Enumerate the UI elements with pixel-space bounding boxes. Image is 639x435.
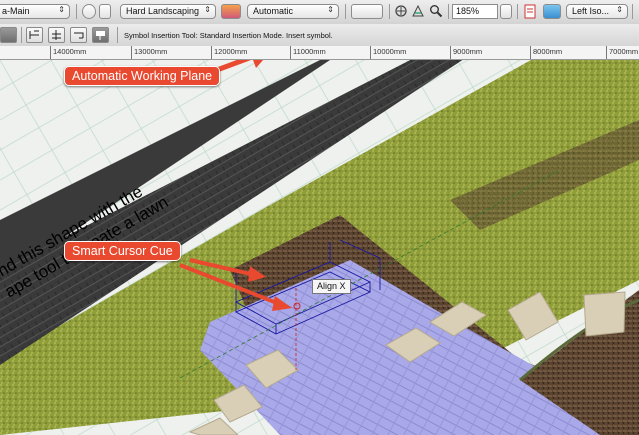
view-bar: a-Main ⇕ Hard Landscaping ⇕ Automatic ⇕ … bbox=[0, 0, 639, 25]
separator bbox=[117, 27, 118, 43]
drawing-canvas[interactable]: nd this shape with the ape tool to creat… bbox=[0, 60, 639, 435]
view-dropdown[interactable]: Left Iso... ⇕ bbox=[566, 4, 628, 19]
ruler-tick bbox=[606, 46, 607, 59]
separator bbox=[21, 27, 22, 43]
flyover-icon[interactable] bbox=[394, 4, 408, 19]
sheet-icon[interactable] bbox=[351, 4, 383, 19]
view-dropdown-value: Left Iso... bbox=[572, 6, 610, 16]
ruler-label: 10000mm bbox=[373, 47, 407, 56]
separator bbox=[389, 4, 390, 19]
ruler-tick bbox=[50, 46, 51, 59]
mode-status-text: Symbol Insertion Tool: Standard Insertio… bbox=[124, 31, 333, 40]
ruler-tick bbox=[131, 46, 132, 59]
callout-automatic-working-plane: Automatic Working Plane bbox=[64, 66, 221, 86]
align-x-cue-label: Align X bbox=[312, 279, 351, 294]
separator bbox=[448, 4, 449, 19]
ruler-label: 9000mm bbox=[453, 47, 483, 56]
separator bbox=[345, 4, 346, 19]
separator bbox=[632, 4, 633, 19]
zoom-menu-chevron-icon[interactable] bbox=[500, 4, 512, 19]
ruler-tick bbox=[450, 46, 451, 59]
ruler-tick bbox=[370, 46, 371, 59]
insertion-mode-standard-icon[interactable] bbox=[26, 27, 43, 43]
ruler-tick bbox=[211, 46, 212, 59]
insertion-mode-offset-icon[interactable] bbox=[70, 27, 87, 43]
layers-icon[interactable] bbox=[82, 4, 96, 19]
zoom-field[interactable]: 185% bbox=[452, 4, 498, 19]
layer-options-icon[interactable] bbox=[99, 4, 111, 19]
insertion-mode-wall-icon[interactable] bbox=[92, 27, 109, 43]
walkthrough-icon[interactable] bbox=[411, 4, 425, 19]
class-dropdown-value: a-Main bbox=[2, 6, 30, 16]
chevron-updown-icon: ⇕ bbox=[327, 5, 334, 14]
chevron-updown-icon: ⇕ bbox=[616, 5, 623, 14]
working-plane-icon[interactable] bbox=[221, 4, 241, 19]
separator bbox=[517, 4, 518, 19]
ruler-label: 13000mm bbox=[134, 47, 168, 56]
chevron-updown-icon: ⇕ bbox=[58, 5, 65, 14]
ruler-label: 12000mm bbox=[214, 47, 248, 56]
plane-dropdown[interactable]: Automatic ⇕ bbox=[247, 4, 339, 19]
zoom-icon[interactable] bbox=[429, 4, 443, 19]
page-icon[interactable] bbox=[522, 4, 538, 19]
plane-dropdown-value: Automatic bbox=[253, 6, 294, 16]
ruler-label: 7000mm bbox=[609, 47, 639, 56]
layer-dropdown[interactable]: Hard Landscaping ⇕ bbox=[120, 4, 216, 19]
view-cube-icon[interactable] bbox=[543, 4, 561, 19]
layer-dropdown-value: Hard Landscaping bbox=[126, 6, 200, 16]
chevron-updown-icon: ⇕ bbox=[204, 5, 211, 14]
ruler-label: 14000mm bbox=[53, 47, 87, 56]
ruler-label: 11000mm bbox=[293, 47, 326, 56]
insertion-mode-center-icon[interactable] bbox=[48, 27, 65, 43]
ruler-label: 8000mm bbox=[533, 47, 563, 56]
ruler-tick bbox=[530, 46, 531, 59]
mode-bar: Symbol Insertion Tool: Standard Insertio… bbox=[0, 24, 639, 47]
separator bbox=[76, 4, 77, 19]
snap-mode-icon[interactable] bbox=[0, 27, 17, 43]
class-dropdown[interactable]: a-Main ⇕ bbox=[0, 4, 70, 19]
callout-smart-cursor-cue: Smart Cursor Cue bbox=[64, 241, 181, 261]
horizontal-ruler: 14000mm 13000mm 12000mm 11000mm 10000mm … bbox=[0, 46, 639, 60]
ruler-tick bbox=[290, 46, 291, 59]
stepping-stone bbox=[583, 291, 626, 337]
